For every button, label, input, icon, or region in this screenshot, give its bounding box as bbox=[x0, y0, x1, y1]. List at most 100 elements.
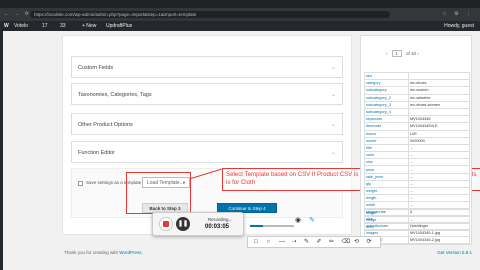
field-key[interactable]: qty bbox=[364, 179, 409, 189]
field-key[interactable]: title bbox=[364, 143, 409, 153]
field-value: ... bbox=[408, 179, 470, 189]
field-key[interactable]: keywords bbox=[364, 115, 409, 124]
draw-tool-icon[interactable]: ➝ bbox=[292, 237, 297, 248]
field-key[interactable]: subcategory_4 bbox=[364, 107, 409, 117]
site-name-link[interactable]: Votelo bbox=[14, 21, 28, 31]
field-key[interactable]: itemcode bbox=[364, 122, 409, 131]
field-key[interactable]: length bbox=[364, 194, 409, 203]
recording-status: Recording... bbox=[208, 217, 233, 222]
recorder-progress-track[interactable] bbox=[250, 225, 294, 227]
table-row: subcategory_4 bbox=[364, 107, 470, 117]
section-function-editor[interactable]: Function Editor ⌄ bbox=[71, 141, 343, 163]
field-value: mv-shoes bbox=[408, 79, 470, 88]
field-value: MV1004345-2.jpg bbox=[408, 236, 470, 244]
field-key[interactable]: brand bbox=[364, 129, 409, 138]
drawing-toolbar: □ ○ — ➝ ✎ ✐ ✏ ⌫ ⟲ ⟳ bbox=[247, 236, 381, 248]
next-record-icon[interactable]: › bbox=[417, 51, 419, 56]
draw-tool-icon[interactable]: ✎ bbox=[304, 237, 309, 248]
table-row: sale_price... bbox=[364, 172, 470, 181]
comments-count[interactable]: 33 bbox=[60, 21, 66, 31]
field-key[interactable]: size bbox=[364, 158, 409, 167]
sidebar-edge bbox=[0, 31, 3, 270]
pause-icon[interactable]: ❚❚ bbox=[176, 217, 190, 231]
table-row: color... bbox=[364, 151, 470, 160]
prev-record-icon[interactable]: ‹ bbox=[386, 51, 388, 56]
table-row: itemcode MV1004345VLE bbox=[364, 122, 470, 131]
field-value: ... bbox=[408, 186, 470, 196]
field-key[interactable]: color bbox=[364, 151, 409, 160]
field-value: mv-women bbox=[408, 86, 470, 95]
table-row: size bbox=[364, 215, 470, 223]
wordpress-link[interactable]: WordPress. bbox=[119, 250, 142, 255]
draw-tool-icon[interactable]: ⌫ bbox=[342, 237, 350, 248]
new-content-link[interactable]: + New bbox=[82, 21, 96, 31]
expand-icon: ⌄ bbox=[330, 150, 336, 156]
draw-tool-icon[interactable]: ✐ bbox=[317, 237, 322, 248]
field-key[interactable]: subcategory_2 bbox=[364, 93, 409, 102]
field-key[interactable]: sku bbox=[364, 71, 409, 81]
field-key[interactable]: shippanrate bbox=[364, 208, 409, 216]
updates-count[interactable]: 17 bbox=[42, 21, 48, 31]
field-key[interactable]: category bbox=[364, 79, 409, 88]
field-value: ... bbox=[408, 151, 470, 160]
field-value bbox=[408, 71, 470, 81]
recording-timer: 00:03:05 bbox=[205, 224, 230, 230]
wp-admin-bar: W Votelo 17 33 + New UpdraftPlus Howdy, … bbox=[0, 21, 480, 31]
annotation-highlight-rect bbox=[126, 172, 191, 214]
table-row: weight... bbox=[364, 186, 470, 196]
table-row: price... bbox=[364, 165, 470, 174]
field-value: Hushlinger bbox=[408, 222, 470, 230]
table-row: shippanrate 0 bbox=[364, 208, 470, 216]
save-template-checkbox[interactable] bbox=[78, 181, 83, 186]
screen: ← → ⟳ https://localsite.com/wp-admin/adm… bbox=[0, 0, 480, 270]
table-row: title... bbox=[364, 143, 470, 153]
section-custom-fields[interactable]: Custom Fields ⌄ bbox=[71, 56, 343, 78]
url-field[interactable]: https://localsite.com/wp-admin/admin.php… bbox=[30, 11, 390, 18]
wordpress-logo-icon[interactable]: W bbox=[4, 21, 9, 31]
table-row: model 0000000 bbox=[364, 136, 470, 145]
table-row: manufacturer Hushlinger bbox=[364, 222, 470, 230]
field-value: ... bbox=[408, 143, 470, 153]
field-key[interactable]: manufacturer bbox=[364, 222, 409, 230]
section-other-product-options[interactable]: Other Product Options ⌄ bbox=[71, 113, 343, 135]
field-value: MV1004345 bbox=[408, 115, 470, 124]
field-key[interactable]: price bbox=[364, 165, 409, 174]
updraftplus-link[interactable]: UpdraftPlus bbox=[106, 21, 132, 31]
section-label: Other Product Options bbox=[78, 122, 133, 128]
draw-tool-icon[interactable]: ✏ bbox=[329, 237, 334, 248]
stop-record-button[interactable] bbox=[159, 217, 173, 231]
extension-icons[interactable]: ☆ ⚙ ⋮ bbox=[442, 8, 474, 21]
howdy-user-link[interactable]: Howdy, guest bbox=[444, 21, 474, 31]
field-key[interactable]: sale_price bbox=[364, 172, 409, 181]
expand-icon: ⌄ bbox=[330, 122, 336, 128]
record-number-input[interactable]: 1 bbox=[391, 50, 402, 57]
field-value: ... bbox=[408, 172, 470, 181]
pen-icon[interactable]: ✎ bbox=[309, 216, 315, 224]
draw-tool-icon[interactable]: □ bbox=[254, 237, 258, 248]
draw-tool-icon[interactable]: — bbox=[279, 237, 285, 248]
field-value bbox=[408, 107, 470, 117]
field-key[interactable]: subcategory bbox=[364, 86, 409, 95]
section-label: Function Editor bbox=[78, 150, 115, 156]
table-row: category mv-shoes bbox=[364, 79, 470, 88]
browser-nav-icons[interactable]: ← → ⟳ bbox=[4, 8, 31, 21]
wp-sidebar bbox=[0, 31, 62, 270]
footer-thanks-text: Thank you for creating with bbox=[64, 250, 119, 255]
draw-tool-icon[interactable]: ⟳ bbox=[367, 237, 372, 248]
webcam-target-icon[interactable]: ◉ bbox=[295, 216, 301, 224]
field-value: MV1004345-1.jpg bbox=[408, 229, 470, 237]
section-taxonomies[interactable]: Taxonomies, Categories, Tags ⌄ bbox=[71, 83, 343, 105]
field-value: mv-shoes-women bbox=[408, 100, 470, 109]
version-link[interactable]: Get Version 5.8.1 bbox=[437, 250, 472, 255]
field-key[interactable]: subcategory_3 bbox=[364, 100, 409, 109]
csv-preview-panel: ‹ 1 of 10 › sku category mv-shoes subcatego… bbox=[360, 35, 472, 245]
field-key[interactable]: model bbox=[364, 136, 409, 145]
draw-tool-icon[interactable]: ○ bbox=[267, 237, 271, 248]
table-row: length... bbox=[364, 194, 470, 203]
field-value: ... bbox=[408, 165, 470, 174]
field-key[interactable]: weight bbox=[364, 186, 409, 196]
draw-tool-icon[interactable]: ⟲ bbox=[354, 237, 359, 248]
field-key[interactable]: size bbox=[364, 215, 409, 223]
table-row: size... bbox=[364, 158, 470, 167]
field-value: ... bbox=[408, 194, 470, 203]
